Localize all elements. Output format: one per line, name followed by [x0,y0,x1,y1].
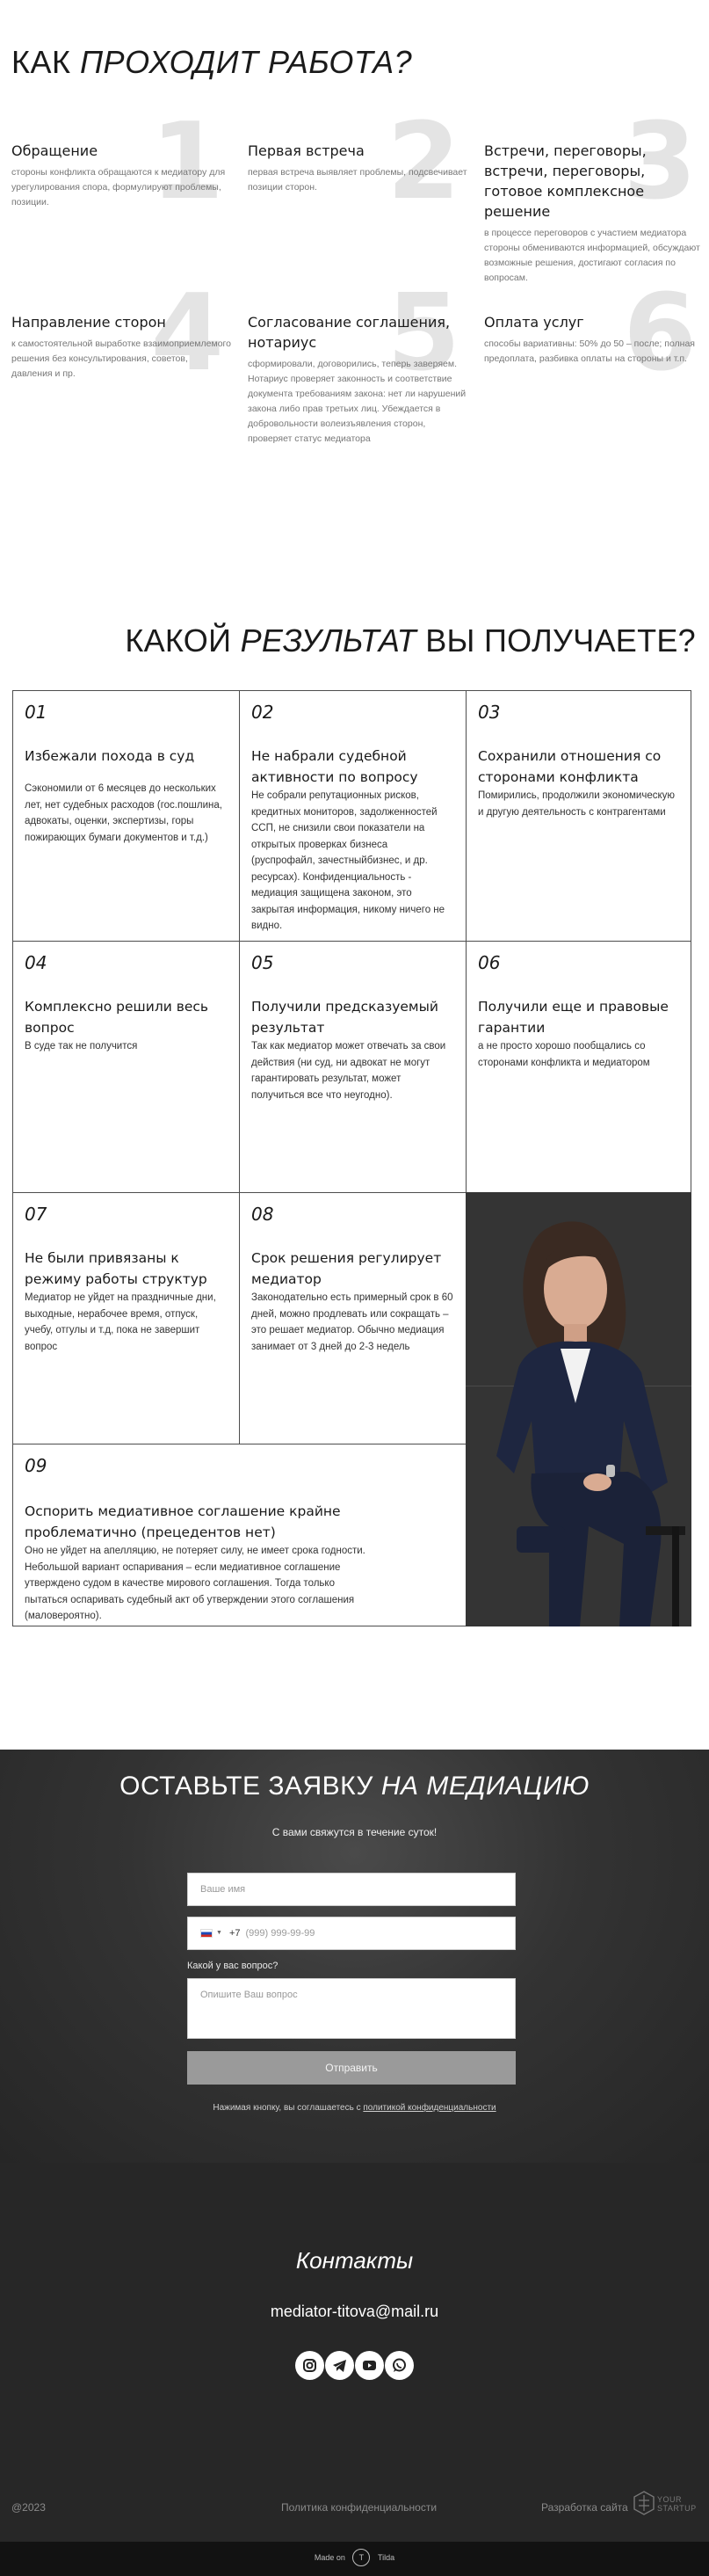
result-card-07: 07 Не были привязаны к режиму работы стр… [12,1192,240,1444]
card-text: Сэкономили от 6 месяцев до нескольких ле… [25,783,222,843]
card-number: 01 [25,702,47,723]
process-title: КАК ПРОХОДИТ РАБОТА? [11,44,413,80]
card-text: Законодательно есть примерный срок в 60 … [251,1292,453,1352]
russia-flag-icon[interactable] [200,1929,213,1938]
developer-logo[interactable]: YOUR STARTUP [633,2488,696,2521]
brand-line-1: YOUR [657,2495,683,2504]
result-card-08: 08 Срок решения регулирует медиатор Зако… [239,1192,467,1444]
result-card-04: 04 Комплексно решили весь вопрос В суде … [12,941,240,1193]
result-card-03: 03 Сохранили отношения со сторонами конф… [466,690,691,942]
step-number: 2 [387,101,461,223]
card-number: 07 [25,1204,47,1225]
process-step-1: 1 Обращение стороны конфликта обращаются… [11,110,231,215]
step-title: Первая встреча [248,142,365,159]
card-title: Не были привязаны к режиму работы структ… [25,1250,207,1287]
step-text: стороны конфликта обращаются к медиатору… [11,167,226,207]
step-text: к самостоятельной выработке взаимоприемл… [11,338,231,379]
card-text: Не собрали репутационных рисков, кредитн… [251,790,445,931]
phone-prefix: +7 [228,1928,241,1939]
result-card-02: 02 Не набрали судебной активности по воп… [239,690,467,942]
developer-label[interactable]: Разработка сайта [541,2501,628,2514]
form-subtitle: С вами свяжутся в течение суток! [271,1826,438,1838]
card-title: Срок решения регулирует медиатор [251,1250,442,1287]
application-form-section [0,1750,709,2163]
startup-logo-icon [633,2491,655,2515]
process-step-6: 6 Оплата услуг способы вариативны: 50% д… [484,281,704,387]
step-text: первая встреча выявляет проблемы, подсве… [248,167,467,193]
telegram-icon[interactable] [325,2351,354,2380]
name-input[interactable]: Ваше имя [187,1873,516,1906]
privacy-policy-footer-link[interactable]: Политика конфиденциальности [281,2501,437,2514]
result-card-06: 06 Получили еще и правовые гарантии а не… [466,941,691,1193]
step-title: Обращение [11,142,98,159]
tilda-logo-icon: T [352,2549,371,2566]
card-text: Медиатор не уйдет на праздничные дни, вы… [25,1292,216,1352]
card-text: Помирились, продолжили экономическую и д… [478,790,676,818]
card-number: 06 [478,952,501,973]
consent-prefix: Нажимая кнопку, вы соглашаетесь с [213,2103,364,2113]
step-text: сформировали, договорились, теперь завер… [248,359,467,444]
process-step-2: 2 Первая встреча первая встреча выявляет… [248,110,467,215]
phone-placeholder: (999) 999-99-99 [245,1928,315,1939]
process-step-3: 3 Встречи, переговоры, встречи, перегово… [484,110,704,286]
instagram-icon[interactable] [295,2351,324,2380]
card-number: 08 [251,1204,274,1225]
card-title: Получили предсказуемый результат [251,999,438,1036]
step-title: Оплата услуг [484,314,584,331]
contact-email-link[interactable]: mediator-titova@mail.ru [0,2303,709,2321]
tilda-brand: Tilda [377,2553,395,2562]
result-card-09: 09 Оспорить медиативное соглашение крайн… [12,1444,467,1626]
card-number: 09 [25,1455,47,1476]
card-title: Сохранили отношения со сторонами конфлик… [478,748,662,785]
card-text: а не просто хорошо пообщались со сторона… [478,1041,650,1068]
contacts-title: Контакты [295,2247,414,2274]
step-title: Согласование соглашения, нотариус [248,314,451,351]
brand-line-2: STARTUP [657,2504,697,2513]
card-text: Так как медиатор может отвечать за свои … [251,1041,446,1101]
whatsapp-icon[interactable] [385,2351,414,2380]
mediator-photo [466,1192,691,1626]
portrait-illustration [466,1192,691,1626]
card-text: Оно не уйдет на апелляцию, не потеряет с… [25,1546,365,1621]
step-number: 6 [623,273,698,395]
card-number: 03 [478,702,501,723]
step-title: Встречи, переговоры, встречи, переговоры… [484,142,647,220]
consent-text: Нажимая кнопку, вы соглашаетесь с полити… [0,2103,709,2113]
step-text: способы вариативны: 50% до 50 – после; п… [484,338,695,364]
card-title: Не набрали судебной активности по вопрос… [251,748,418,785]
question-label: Какой у вас вопрос? [187,1961,279,1971]
phone-input[interactable]: ▼ +7 (999) 999-99-99 [187,1917,516,1950]
card-title: Оспорить медиативное соглашение крайне п… [25,1503,341,1540]
card-title: Избежали похода в суд [25,748,195,764]
result-grid: 01 Избежали похода в суд Сэкономили от 6… [12,690,691,1626]
card-title: Получили еще и правовые гарантии [478,999,669,1036]
process-step-5: 5 Согласование соглашения, нотариус сфор… [248,281,467,447]
process-step-4: 4 Направление сторон к самостоятельной в… [11,281,231,387]
made-on-text: Made on [314,2553,345,2562]
copyright: @2023 [11,2501,46,2514]
made-on-tilda[interactable]: Made on T Tilda [0,2549,709,2566]
question-textarea[interactable]: Опишите Ваш вопрос [187,1978,516,2039]
card-title: Комплексно решили весь вопрос [25,999,209,1036]
card-text: В суде так не получится [25,1041,138,1052]
form-title: ОСТАВЬТЕ ЗАЯВКУ НА МЕДИАЦИЮ [119,1772,590,1801]
privacy-policy-link[interactable]: политикой конфиденциальности [363,2103,496,2113]
result-card-01: 01 Избежали похода в суд Сэкономили от 6… [12,690,240,942]
card-number: 02 [251,702,274,723]
chevron-down-icon[interactable]: ▼ [216,1917,222,1949]
result-title: КАКОЙ РЕЗУЛЬТАТ ВЫ ПОЛУЧАЕТЕ? [125,622,696,659]
card-number: 04 [25,952,47,973]
step-title: Направление сторон [11,314,166,331]
card-number: 05 [251,952,274,973]
submit-button[interactable]: Отправить [187,2051,516,2085]
result-card-05: 05 Получили предсказуемый результат Так … [239,941,467,1193]
youtube-icon[interactable] [355,2351,384,2380]
